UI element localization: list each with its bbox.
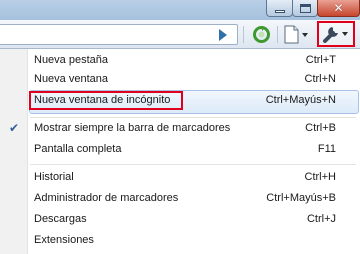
maximize-button[interactable] <box>292 0 318 17</box>
menu-item-label: Mostrar siempre la barra de marcadores <box>34 122 231 134</box>
menu-item-extensions[interactable]: Extensiones <box>0 230 360 252</box>
page-menu-icon <box>284 25 308 44</box>
close-button[interactable]: ✕ <box>317 0 360 17</box>
menu-item-downloads[interactable]: Descargas Ctrl+J <box>0 209 360 231</box>
menu-item-label: Pantalla completa <box>34 143 122 155</box>
menu-item-label: Nueva pestaña <box>34 54 108 66</box>
wrench-menu-button[interactable] <box>317 21 355 47</box>
menu-item-shortcut: Ctrl+N <box>304 73 336 85</box>
minimize-icon <box>274 9 285 13</box>
checkmark-icon: ✔ <box>9 121 20 135</box>
minimize-button[interactable] <box>266 0 293 17</box>
menu-item-shortcut: Ctrl+B <box>305 122 336 134</box>
menu-item-shortcut: Ctrl+J <box>306 213 336 225</box>
menu-item-bookmark-manager[interactable]: Administrador de marcadores Ctrl+Mayús+B <box>0 188 360 210</box>
menu-item-shortcut: F11 <box>317 143 336 155</box>
wrench-dropdown-menu: Nueva pestaña Ctrl+T Nueva ventana Ctrl+… <box>0 49 360 254</box>
menu-item-new-window[interactable]: Nueva ventana Ctrl+N <box>0 69 360 91</box>
window-titlebar: ✕ <box>0 0 360 20</box>
wrench-menu-icon <box>323 27 348 43</box>
address-bar[interactable] <box>0 24 238 45</box>
menu-item-history[interactable]: Historial Ctrl+H <box>0 167 360 189</box>
page-menu-button[interactable] <box>283 25 313 44</box>
menu-item-label: Extensiones <box>34 234 94 246</box>
toolbar-separator <box>277 26 278 43</box>
go-icon[interactable] <box>219 29 227 41</box>
menu-item-always-show-bookmarks-bar[interactable]: ✔ Mostrar siempre la barra de marcadores… <box>0 118 360 140</box>
menu-item-shortcut: Ctrl+Mayús+N <box>265 94 336 106</box>
menu-item-label: Nueva ventana de incógnito <box>34 94 171 106</box>
menu-item-label: Historial <box>34 171 74 183</box>
menu-item-new-incognito-window[interactable]: Nueva ventana de incógnito Ctrl+Mayús+N <box>0 90 360 114</box>
menu-item-full-screen[interactable]: Pantalla completa F11 <box>0 139 360 161</box>
menu-item-label: Administrador de marcadores <box>34 192 179 204</box>
menu-item-shortcut: Ctrl+Mayús+B <box>266 192 336 204</box>
maximize-icon <box>299 3 311 13</box>
menu-item-label: Nueva ventana <box>34 73 108 85</box>
menu-item-shortcut: Ctrl+H <box>304 171 336 183</box>
browser-toolbar <box>0 20 360 49</box>
menu-item-shortcut: Ctrl+T <box>305 54 336 66</box>
reload-icon[interactable] <box>252 25 271 44</box>
menu-item-label: Descargas <box>34 213 87 225</box>
menu-divider <box>30 164 356 165</box>
toolbar-separator <box>243 26 244 43</box>
close-icon: ✕ <box>333 1 344 15</box>
